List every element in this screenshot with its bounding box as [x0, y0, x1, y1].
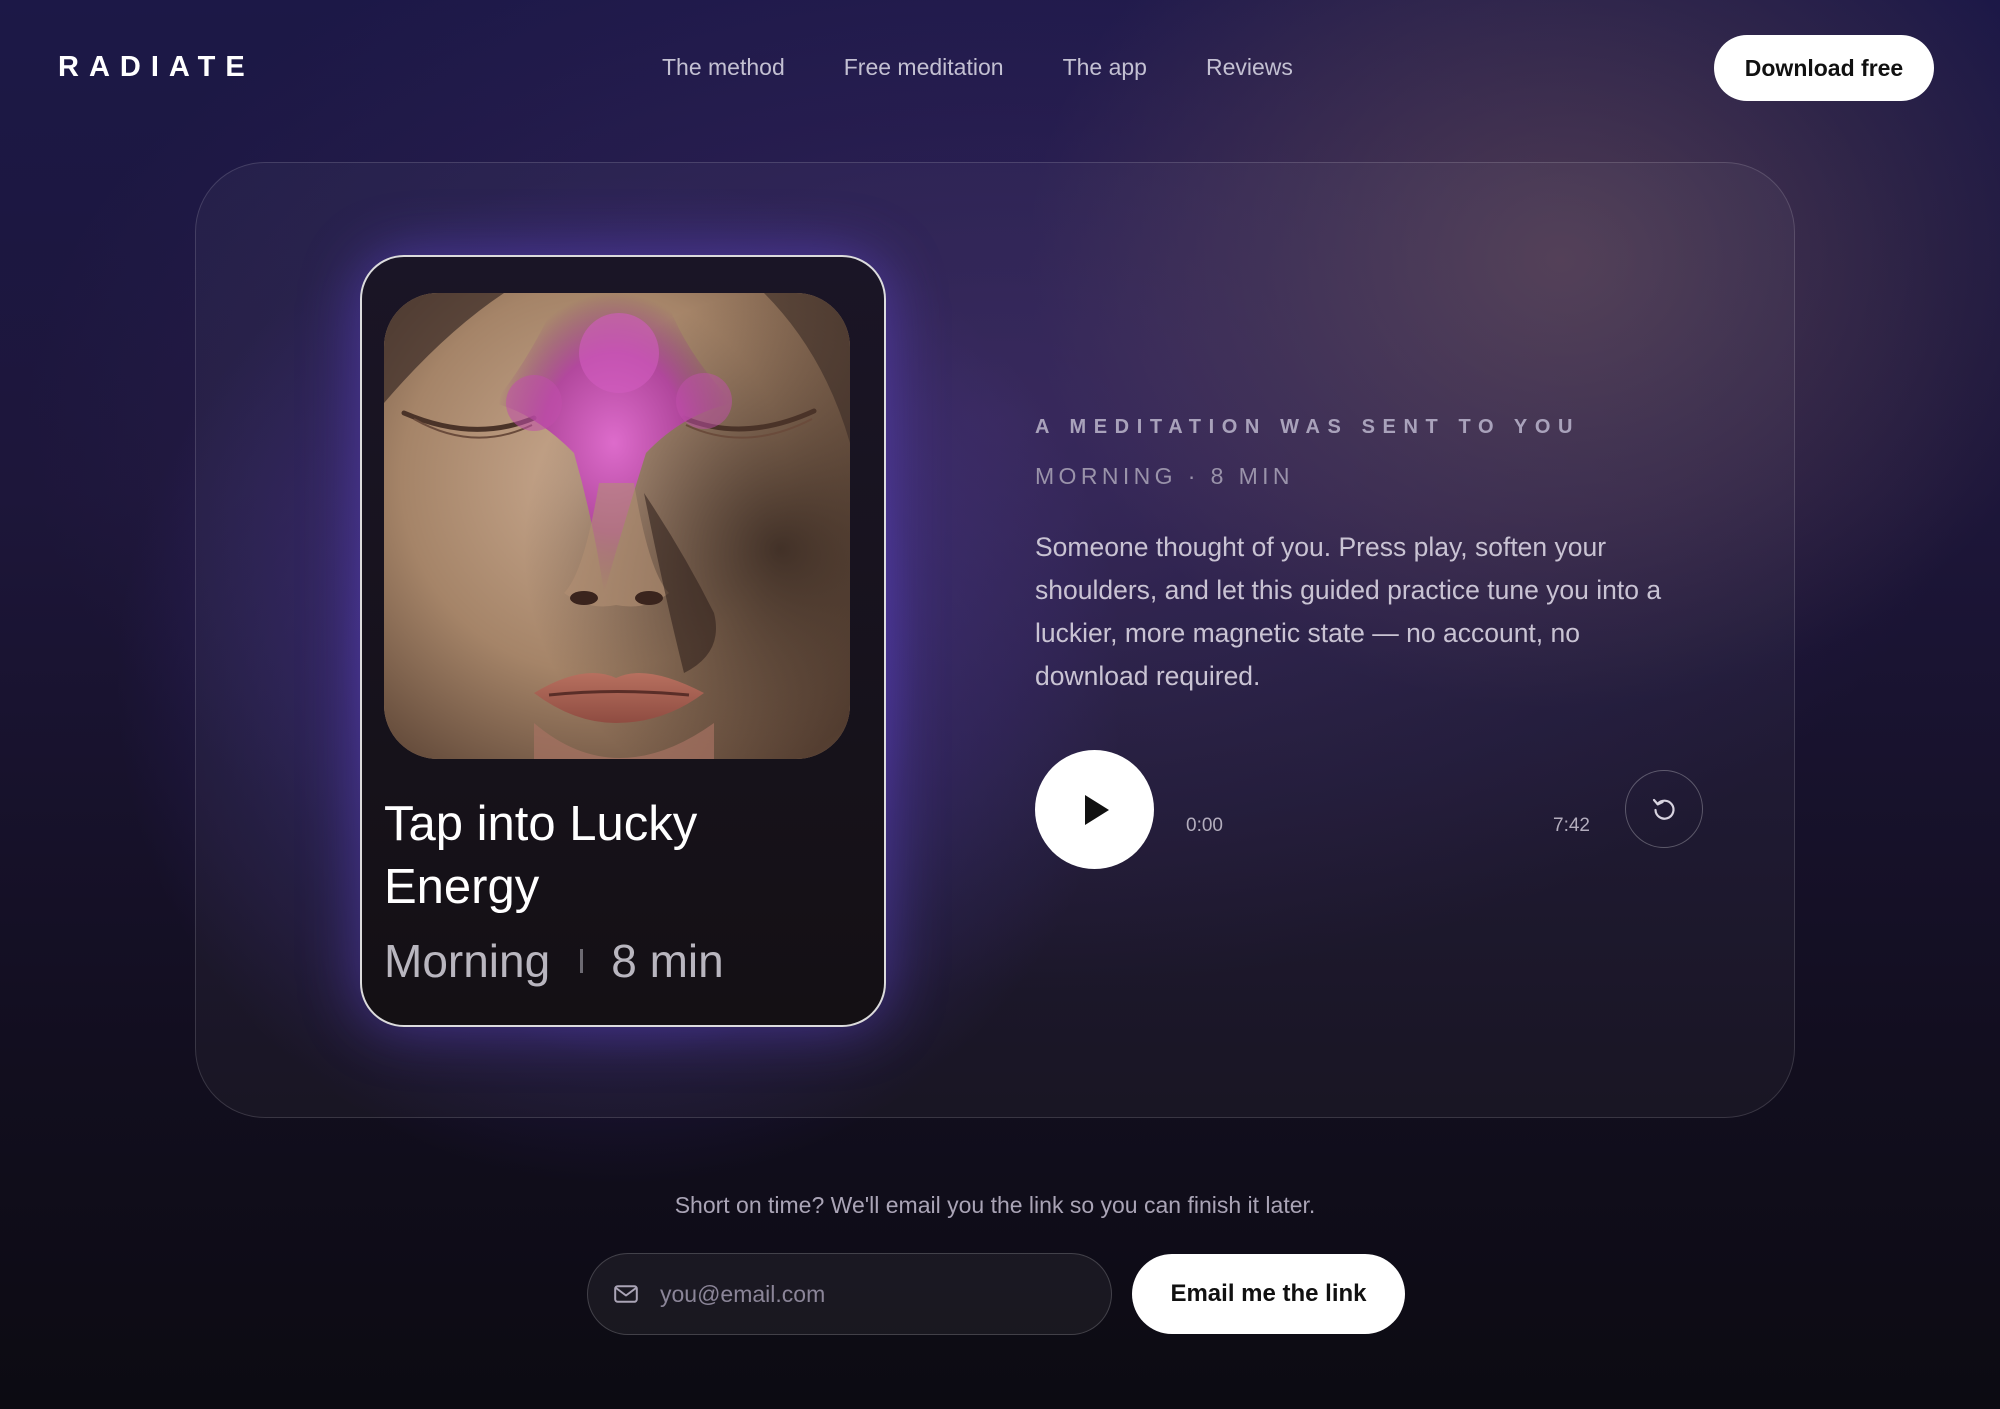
description: Someone thought of you. Press play, soft…	[1035, 532, 1662, 691]
download-free-button[interactable]: Download free	[1714, 35, 1934, 101]
logo[interactable]: RADIATE	[58, 50, 255, 84]
email-field[interactable]	[587, 1253, 1112, 1335]
track-meta: Morning 8 min	[384, 933, 724, 989]
track-time-of-day: Morning	[384, 935, 551, 987]
track-title: Tap into Lucky Energy	[384, 797, 698, 914]
replay-button[interactable]	[1625, 770, 1703, 848]
mail-icon	[614, 1285, 638, 1303]
nav-link-the-method[interactable]: The method	[662, 52, 785, 82]
nav-links: The method Free meditation The app Revie…	[662, 52, 1293, 82]
email-input[interactable]	[660, 1280, 1111, 1308]
play-icon	[1084, 794, 1109, 825]
nav-link-free-meditation[interactable]: Free meditation	[844, 52, 1004, 82]
email-me-link-button[interactable]: Email me the link	[1132, 1254, 1405, 1334]
cover-image	[384, 293, 850, 759]
current-time: 0:00	[1186, 815, 1223, 836]
nav-link-the-app[interactable]: The app	[1063, 52, 1147, 82]
play-button[interactable]	[1035, 750, 1154, 869]
replay-icon	[1652, 798, 1675, 820]
top-nav: RADIATE The method Free meditation The a…	[0, 0, 2000, 136]
track-duration: 8 min	[611, 935, 724, 987]
session-subline: MORNING · 8 MIN	[1035, 463, 1294, 489]
track-card[interactable]: Tap into Lucky Energy Morning 8 min	[360, 255, 886, 1027]
total-time: 7:42	[1553, 815, 1590, 836]
meta-divider	[580, 949, 584, 973]
eyebrow-text: A MEDITATION WAS SENT TO YOU	[1035, 416, 1581, 438]
nav-link-reviews[interactable]: Reviews	[1206, 52, 1293, 82]
email-prompt: Short on time? We'll email you the link …	[674, 1192, 1316, 1218]
